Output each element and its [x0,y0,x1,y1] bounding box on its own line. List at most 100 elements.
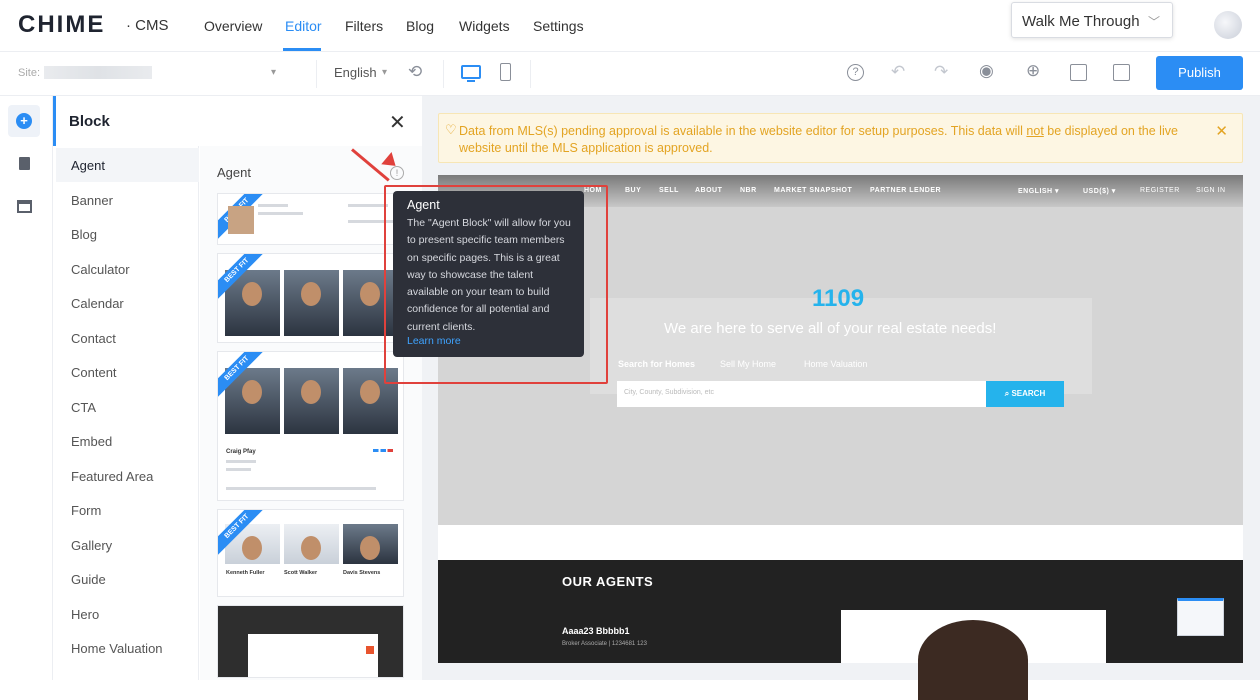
block-panel-title: Block [69,113,110,130]
agent-thumbnail-3[interactable]: BEST FIT Craig Pfay [217,351,404,501]
thumb-text-line [258,212,303,215]
cms-label: · CMS [126,17,169,34]
history-icon[interactable]: ⟲ [408,62,422,82]
block-category-featured-area[interactable]: Featured Area [71,469,153,484]
block-category-home-valuation[interactable]: Home Valuation [71,641,163,656]
agent-photo [284,368,339,434]
block-category-gallery[interactable]: Gallery [71,538,112,553]
toolbar-divider [316,60,317,88]
agent-photo [343,524,398,564]
mini-map-thumbnail[interactable] [1177,598,1224,636]
nav-filters[interactable]: Filters [345,18,383,34]
redo-icon[interactable]: ↷ [934,62,948,82]
save-icon[interactable] [1113,64,1130,81]
chevron-down-icon: ﹀ [1147,15,1160,29]
walk-me-through-label: Walk Me Through [1022,13,1140,30]
thumb-text-line [226,460,256,463]
preview-nav-right-item: SIGN IN [1196,187,1226,194]
hero-tab: Sell My Home [720,359,777,369]
toolbar-divider [530,60,531,88]
chime-logo[interactable]: CHIME [18,11,105,39]
walk-me-through-dropdown[interactable]: Walk Me Through ﹀ [1011,2,1173,38]
preview-eye-icon[interactable]: ◉ [979,61,994,81]
notice-text: Data from MLS(s) pending approval is ava… [459,124,1178,155]
agent-thumbnail-4[interactable]: BEST FIT Kenneth Fuller Scott Walker Dav… [217,509,404,597]
map-pin [366,646,374,654]
nav-settings[interactable]: Settings [533,18,584,34]
site-dropdown-caret-icon[interactable]: ▾ [271,67,276,78]
office-search-preview [248,634,378,677]
block-section-title: Agent [217,165,251,180]
preview-search-input: City, County, Subdivision, etc [617,381,986,407]
undo-icon[interactable]: ↶ [891,62,905,82]
preview-nav-item: SELL [659,187,679,194]
agent-thumbnail-2[interactable]: BEST FIT [217,253,404,343]
block-category-guide[interactable]: Guide [71,572,106,587]
desktop-view-icon[interactable] [461,65,481,79]
nav-widgets[interactable]: Widgets [459,18,510,34]
hero-tagline: We are here to serve all of your real es… [664,320,997,337]
hero-tab: Search for Homes [618,359,696,369]
hero-tab: Home Valuation [804,359,868,369]
preview-search-button: ⌕ SEARCH [986,381,1064,407]
thumb-text-line [226,487,376,490]
site-label: Site: [18,67,41,79]
agent-photo [918,620,1028,700]
agent-card-name: Craig Pfay [226,449,256,455]
close-icon[interactable]: ✕ [389,110,406,135]
block-category-agent[interactable]: Agent [71,158,105,173]
agents-section-title: OUR AGENTS [562,574,654,589]
agent-row-name: Scott Walker [284,570,318,576]
dismiss-notice-icon[interactable]: ✕ [1215,122,1228,140]
block-category-contact[interactable]: Contact [71,331,116,346]
block-category-calendar[interactable]: Calendar [71,296,124,311]
active-tab-indicator [283,48,321,51]
agent-subtitle: Broker Associate | 1234681 123 [562,641,647,647]
toolbar-divider [443,60,444,88]
agent-row-name: Davis Stevens [343,570,381,576]
thumb-text-line [348,204,388,207]
mobile-view-icon[interactable] [500,63,511,81]
agent-name: Aaaa23 Bbbbb1 [562,626,630,636]
add-block-icon[interactable]: + [16,113,32,129]
agent-thumbnail-5[interactable] [217,605,404,678]
preview-nav-right-item: ENGLISH ▾ [1018,188,1060,195]
nav-editor[interactable]: Editor [285,18,322,34]
hero-bottom-spacer [438,525,1243,560]
globe-icon[interactable]: ⊕ [1026,61,1040,81]
block-category-embed[interactable]: Embed [71,434,112,449]
publish-button[interactable]: Publish [1156,56,1243,90]
block-category-calculator[interactable]: Calculator [71,262,130,277]
thumb-text-line [258,204,288,207]
agent-thumbnail-1[interactable]: BEST FIT [217,193,404,245]
preview-nav-right-item: REGISTER [1140,187,1180,194]
block-category-banner[interactable]: Banner [71,193,113,208]
block-category-blog[interactable]: Blog [71,227,97,242]
learn-more-link[interactable]: Learn more [407,335,461,347]
agent-row-name: Kenneth Fuller [226,570,265,576]
tooltip-title: Agent [407,198,440,212]
agent-photo [284,524,339,564]
language-selector[interactable]: English [334,65,377,80]
pages-icon[interactable] [19,157,30,170]
nav-blog[interactable]: Blog [406,18,434,34]
block-category-hero[interactable]: Hero [71,607,99,622]
language-caret-icon[interactable]: ▾ [382,67,387,78]
preview-nav-item: MARKET SNAPSHOT [774,187,853,194]
block-category-content[interactable]: Content [71,365,117,380]
preview-nav-right-item: USD($) ▾ [1083,188,1116,195]
hero-number: 1109 [812,285,865,312]
block-category-cta[interactable]: CTA [71,400,96,415]
share-icon[interactable] [1070,64,1087,81]
layout-icon[interactable] [17,200,32,213]
agent-photo [228,206,254,234]
preview-nav-item: ABOUT [695,187,723,194]
preview-nav-item: BUY [625,187,642,194]
help-icon[interactable]: ? [847,64,864,81]
block-category-form[interactable]: Form [71,503,101,518]
site-selector-value[interactable] [44,66,152,79]
desktop-stand [467,80,475,82]
user-avatar[interactable] [1214,11,1242,39]
nav-overview[interactable]: Overview [204,18,262,34]
block-panel-header: Block [53,96,422,146]
